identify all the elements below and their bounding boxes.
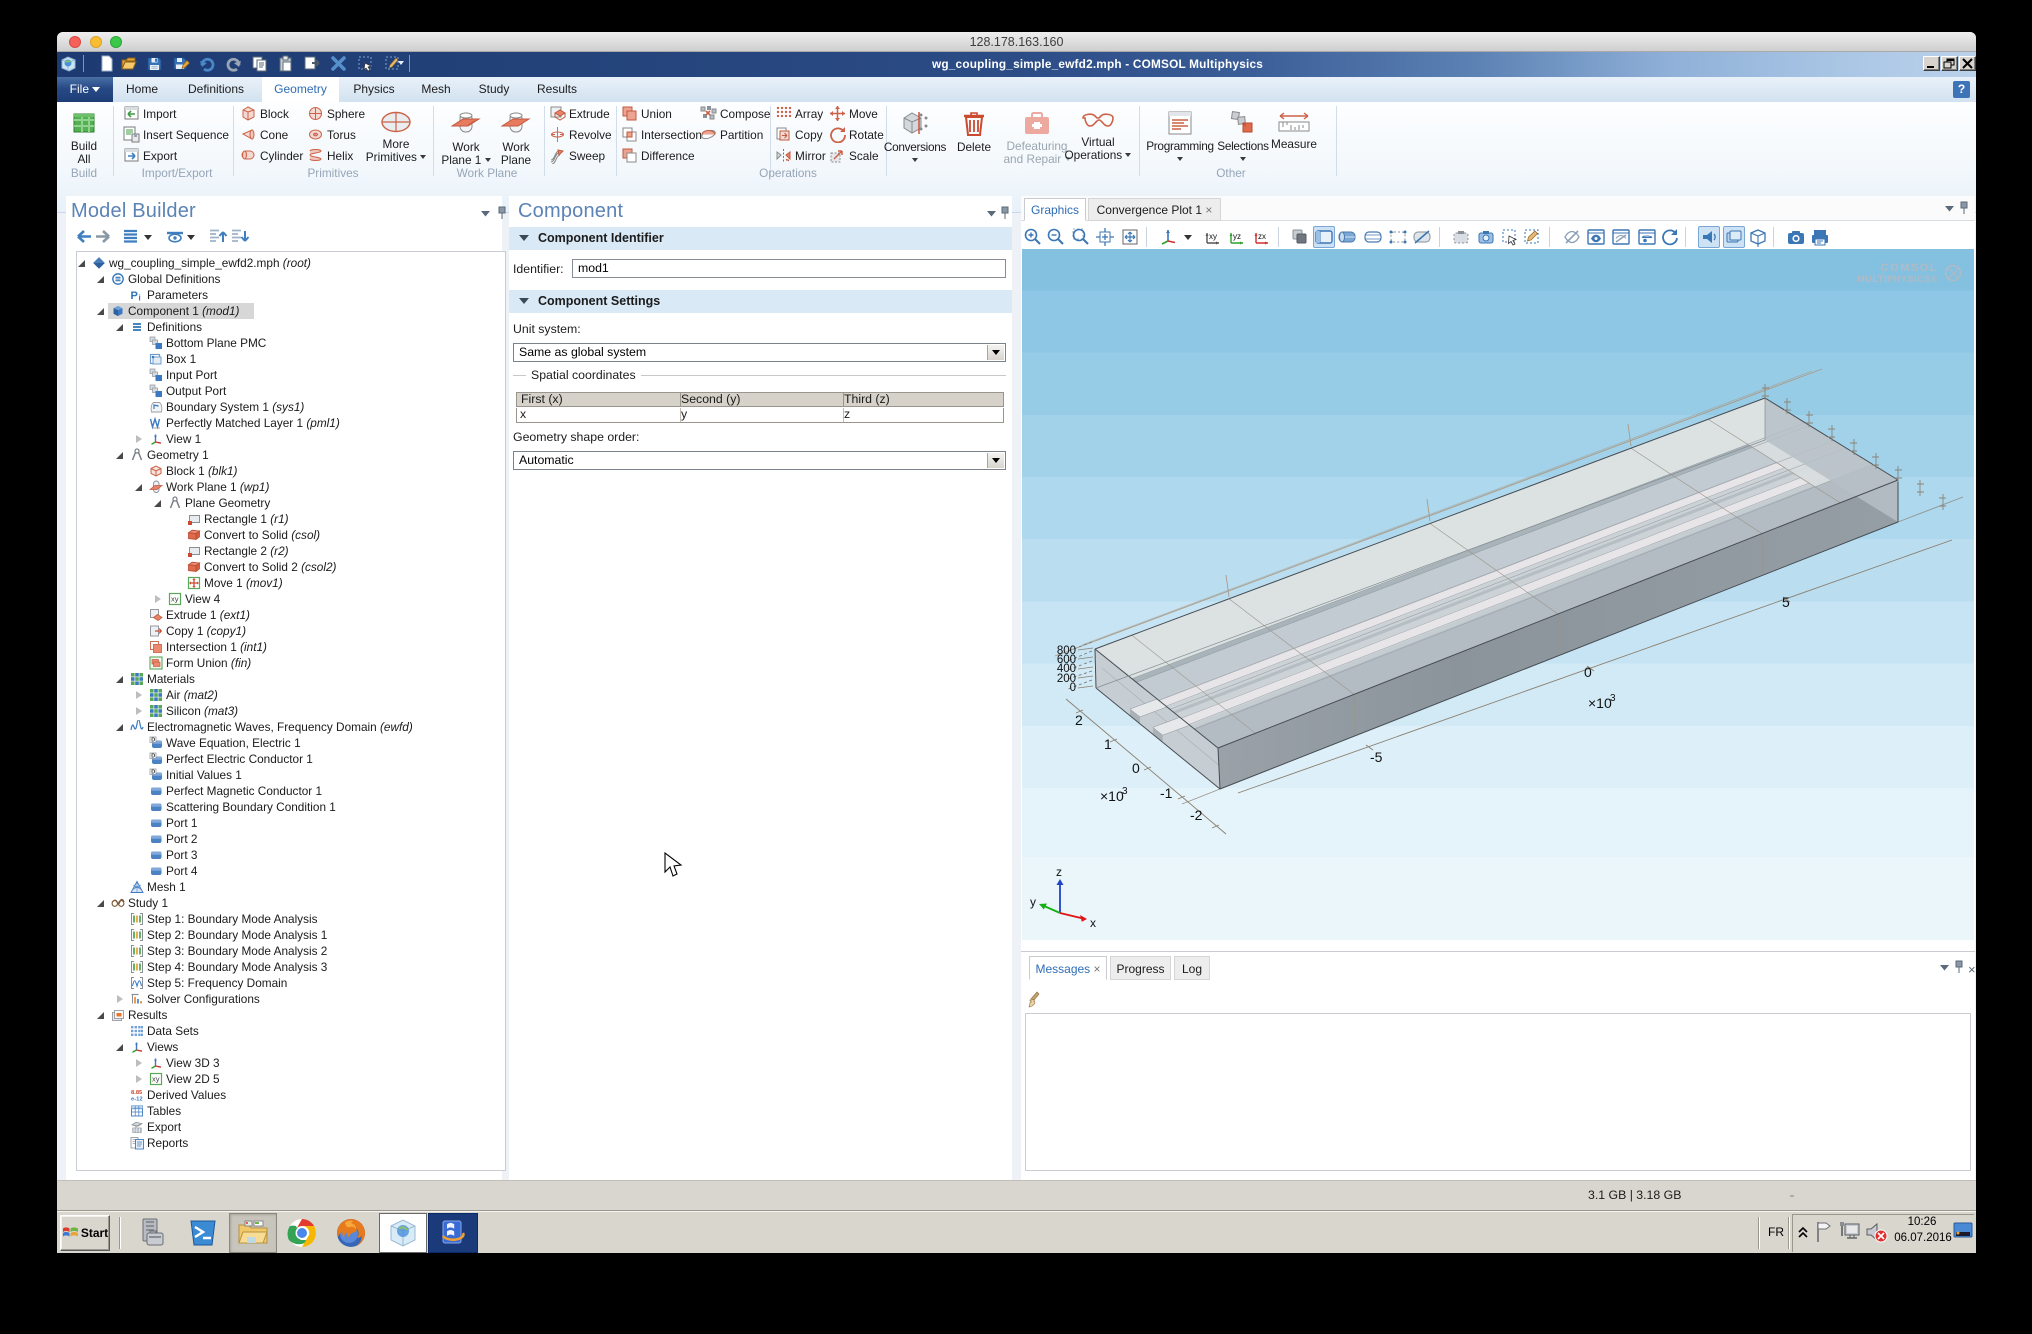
svg-text:3: 3 [1610, 693, 1616, 704]
svg-text:2: 2 [1075, 712, 1083, 728]
svg-text:z: z [1056, 865, 1062, 879]
svg-text:-2: -2 [1190, 807, 1203, 823]
svg-text:MULTIPHYSICS®: MULTIPHYSICS® [1857, 274, 1938, 284]
svg-text:-5: -5 [1370, 749, 1383, 765]
svg-text:×10: ×10 [1100, 788, 1124, 804]
svg-text:y: y [1030, 895, 1036, 909]
svg-text:e-12: e-12 [131, 1097, 143, 1103]
svg-text:zx: zx [1258, 232, 1266, 241]
svg-text:xy: xy [152, 1075, 160, 1084]
svg-text:xy: xy [1209, 232, 1217, 241]
svg-text:5: 5 [1782, 594, 1790, 610]
svg-text:P: P [131, 290, 138, 302]
svg-text:0: 0 [1584, 664, 1592, 680]
svg-text:1: 1 [1104, 736, 1112, 752]
svg-text:yz: yz [1233, 232, 1241, 241]
svg-text:x: x [1090, 916, 1096, 930]
svg-text:D: D [151, 770, 155, 776]
svg-text:3: 3 [1122, 786, 1128, 797]
svg-text:0: 0 [1070, 682, 1076, 694]
svg-text:×10: ×10 [1588, 695, 1612, 711]
svg-text:xy: xy [171, 595, 179, 604]
svg-text:-1: -1 [1160, 785, 1173, 801]
svg-text:D: D [151, 738, 155, 744]
svg-text:8.85: 8.85 [131, 1090, 143, 1096]
svg-text:0: 0 [1132, 760, 1140, 776]
svg-text:COMSOL: COMSOL [1881, 262, 1938, 274]
svg-text:D: D [151, 754, 155, 760]
svg-text:i: i [139, 294, 141, 303]
